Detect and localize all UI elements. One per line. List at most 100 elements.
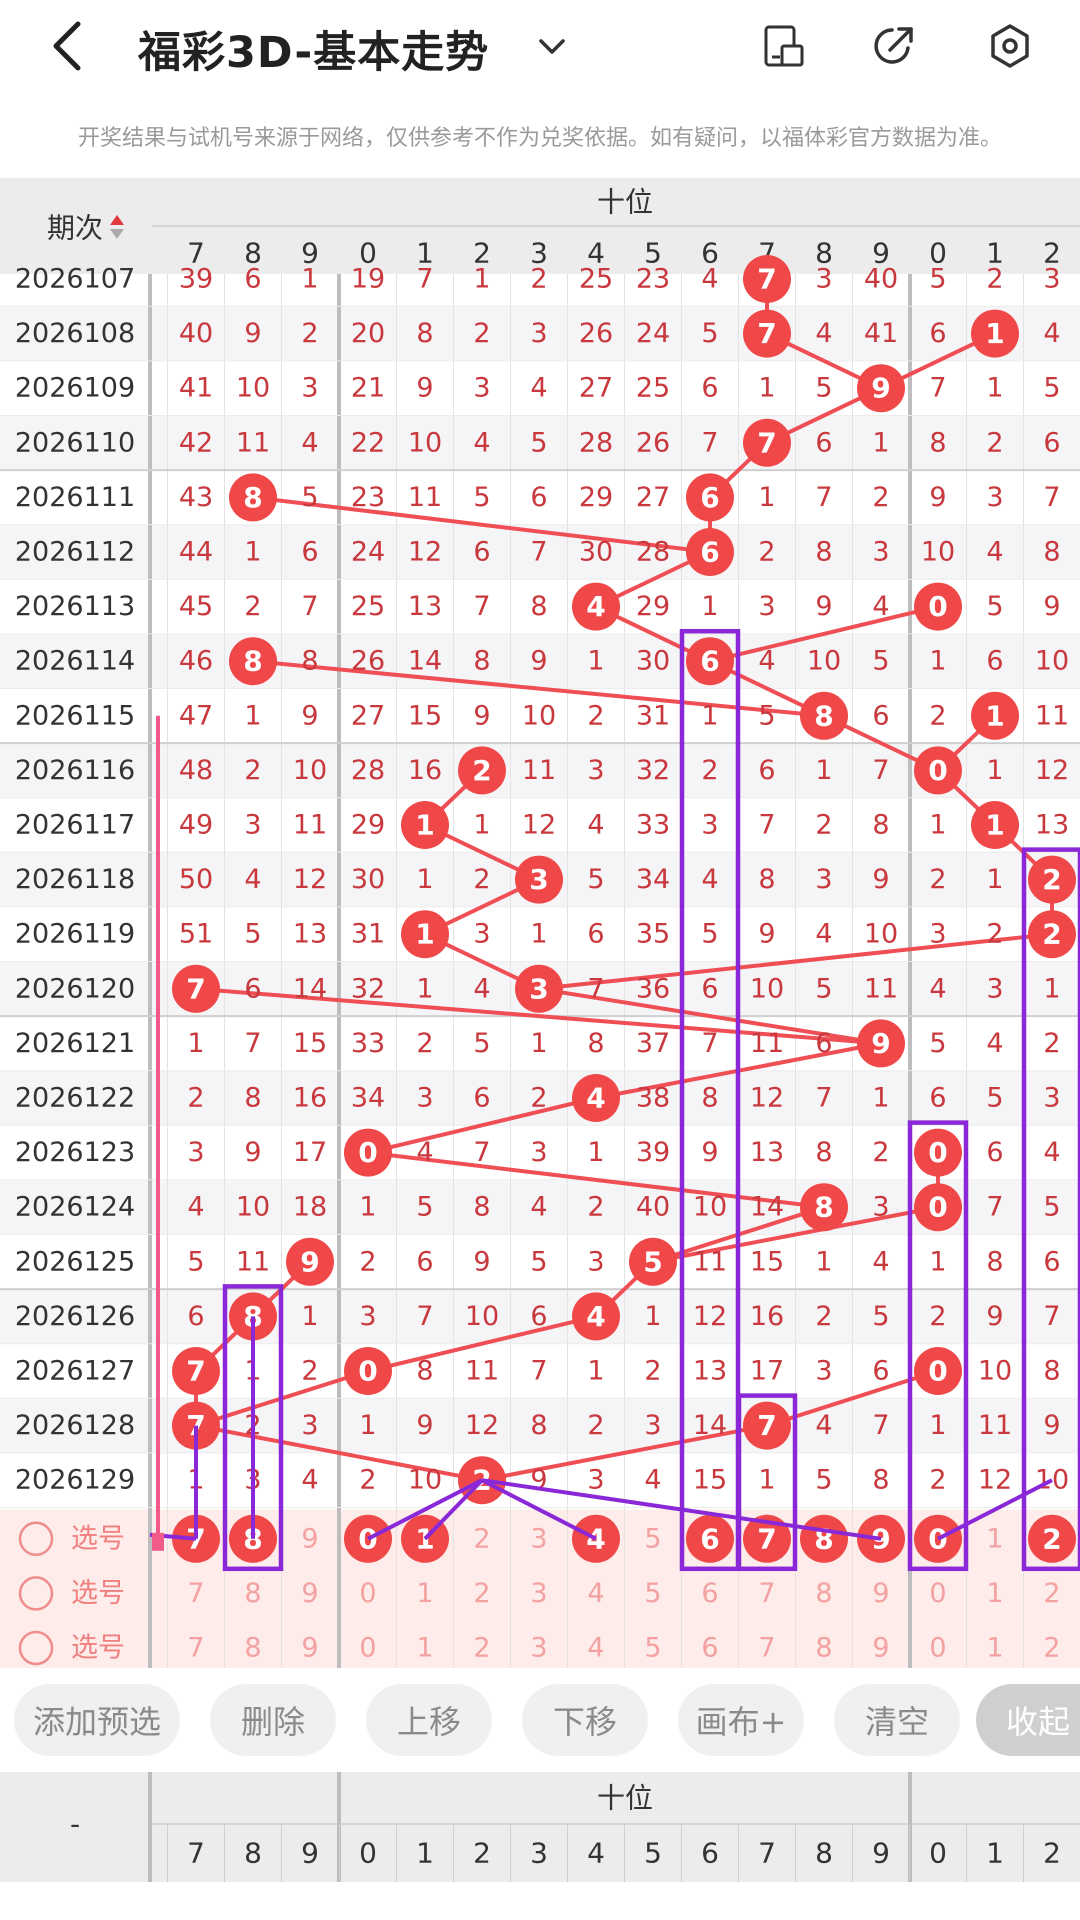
canvas-plus-button[interactable]: 画布+ <box>678 1684 804 1756</box>
missing-count: 15 <box>750 1246 784 1277</box>
missing-count: 5 <box>701 919 718 950</box>
missing-count: 8 <box>872 1465 889 1496</box>
missing-count: 7 <box>986 1192 1003 1223</box>
select-cell: 0 <box>359 1633 376 1664</box>
missing-count: 6 <box>815 1028 832 1059</box>
period-cell: 2026110 <box>15 427 135 458</box>
missing-count: 4 <box>587 810 604 841</box>
hit-ball-number: 7 <box>186 972 205 1005</box>
missing-count: 2 <box>244 755 261 786</box>
delete-button[interactable]: 删除 <box>210 1684 336 1756</box>
missing-count: 11 <box>978 1410 1012 1441</box>
missing-count: 5 <box>929 264 946 295</box>
missing-count: 9 <box>986 1301 1003 1332</box>
period-cell: 2026124 <box>15 1192 135 1223</box>
missing-count: 1 <box>416 864 433 895</box>
missing-count: 2 <box>473 864 490 895</box>
missing-count: 8 <box>1043 1356 1060 1387</box>
missing-count: 3 <box>530 318 547 349</box>
missing-count: 6 <box>701 973 718 1004</box>
missing-count: 1 <box>416 973 433 1004</box>
period-cell: 2026118 <box>15 864 135 895</box>
missing-count: 19 <box>351 264 385 295</box>
missing-count: 1 <box>587 1137 604 1168</box>
missing-count: 3 <box>815 864 832 895</box>
trend-chart[interactable]: 十位期次7 8 9 0 1 2 3 4 5 6 7 8 9 0 1 22026107 39 6 1 19 7 1 2 25 23… <box>0 178 1080 1668</box>
missing-count: 28 <box>636 537 670 568</box>
missing-count: 2 <box>587 700 604 731</box>
collapse-button[interactable]: 收起 <box>976 1684 1080 1756</box>
missing-count: 1 <box>473 264 490 295</box>
missing-count: 29 <box>636 591 670 622</box>
select-cell: 1 <box>416 1578 433 1609</box>
missing-count: 3 <box>301 373 318 404</box>
missing-count: 2 <box>416 1028 433 1059</box>
missing-count: 3 <box>872 1192 889 1223</box>
missing-count: 6 <box>244 264 261 295</box>
missing-count: 5 <box>872 1301 889 1332</box>
missing-count: 25 <box>636 373 670 404</box>
period-cell: 2026116 <box>15 755 135 786</box>
move-down-button[interactable]: 下移 <box>522 1684 648 1756</box>
missing-count: 28 <box>579 427 613 458</box>
missing-count: 2 <box>587 1192 604 1223</box>
hit-ball-number: 0 <box>928 1136 947 1169</box>
missing-count: 4 <box>929 973 946 1004</box>
missing-count: 3 <box>187 1137 204 1168</box>
back-arrow-icon[interactable] <box>48 18 88 74</box>
missing-count: 6 <box>187 1301 204 1332</box>
missing-count: 5 <box>815 373 832 404</box>
select-cell: 8 <box>815 1633 832 1664</box>
trend-grid[interactable]: 十位 期次 7 8 9 0 1 2 3 4 5 6 7 8 9 0 1 2 2026107 39 6 1 19 7 1 2 25 23… <box>0 178 1080 1668</box>
missing-count: 9 <box>929 482 946 513</box>
missing-count: 2 <box>473 318 490 349</box>
missing-count: 16 <box>750 1301 784 1332</box>
missing-count: 1 <box>244 537 261 568</box>
move-up-button[interactable]: 上移 <box>366 1684 492 1756</box>
missing-count: 4 <box>644 1465 661 1496</box>
missing-count: 1 <box>929 646 946 677</box>
missing-count: 14 <box>750 1192 784 1223</box>
missing-count: 5 <box>301 482 318 513</box>
missing-count: 12 <box>693 1301 727 1332</box>
missing-count: 31 <box>636 700 670 731</box>
add-preselect-button[interactable]: 添加预选 <box>14 1684 180 1756</box>
footer-column-header: 8 <box>244 1837 262 1870</box>
settings-icon[interactable] <box>986 22 1034 70</box>
hit-ball-number: 0 <box>928 754 947 787</box>
missing-count: 2 <box>187 1083 204 1114</box>
footer-column-header: 4 <box>587 1837 605 1870</box>
select-cell: 5 <box>644 1523 661 1554</box>
missing-count: 14 <box>408 646 442 677</box>
missing-count: 7 <box>1043 482 1060 513</box>
missing-count: 3 <box>986 973 1003 1004</box>
missing-count: 43 <box>179 482 213 513</box>
missing-count: 34 <box>351 1083 385 1114</box>
select-cell: 1 <box>986 1523 1003 1554</box>
chevron-down-icon[interactable] <box>536 30 568 62</box>
clear-button[interactable]: 清空 <box>834 1684 960 1756</box>
disclaimer-text: 开奖结果与试机号来源于网络，仅供参考不作为兑奖依据。如有疑问，以福体彩官方数据为… <box>77 126 1002 151</box>
missing-count: 1 <box>929 1246 946 1277</box>
missing-count: 18 <box>293 1192 327 1223</box>
missing-count: 8 <box>929 427 946 458</box>
missing-count: 2 <box>301 318 318 349</box>
missing-count: 10 <box>408 1465 442 1496</box>
missing-count: 1 <box>530 1028 547 1059</box>
missing-count: 7 <box>758 810 775 841</box>
missing-count: 10 <box>408 427 442 458</box>
share-icon[interactable] <box>870 22 918 70</box>
hit-ball-number: 7 <box>757 426 776 459</box>
hit-ball-number: 1 <box>985 699 1004 732</box>
select-cell: 2 <box>1043 1633 1060 1664</box>
hit-ball-number: 8 <box>814 699 833 732</box>
hit-ball-number: 7 <box>757 1409 776 1442</box>
hit-ball-number: 9 <box>871 1027 890 1060</box>
select-cell: 8 <box>815 1578 832 1609</box>
select-cell: 8 <box>244 1633 261 1664</box>
period-cell: 2026128 <box>15 1410 135 1441</box>
phone-layout-icon[interactable] <box>760 22 808 70</box>
missing-count: 10 <box>864 919 898 950</box>
missing-count: 23 <box>351 482 385 513</box>
missing-count: 9 <box>530 646 547 677</box>
